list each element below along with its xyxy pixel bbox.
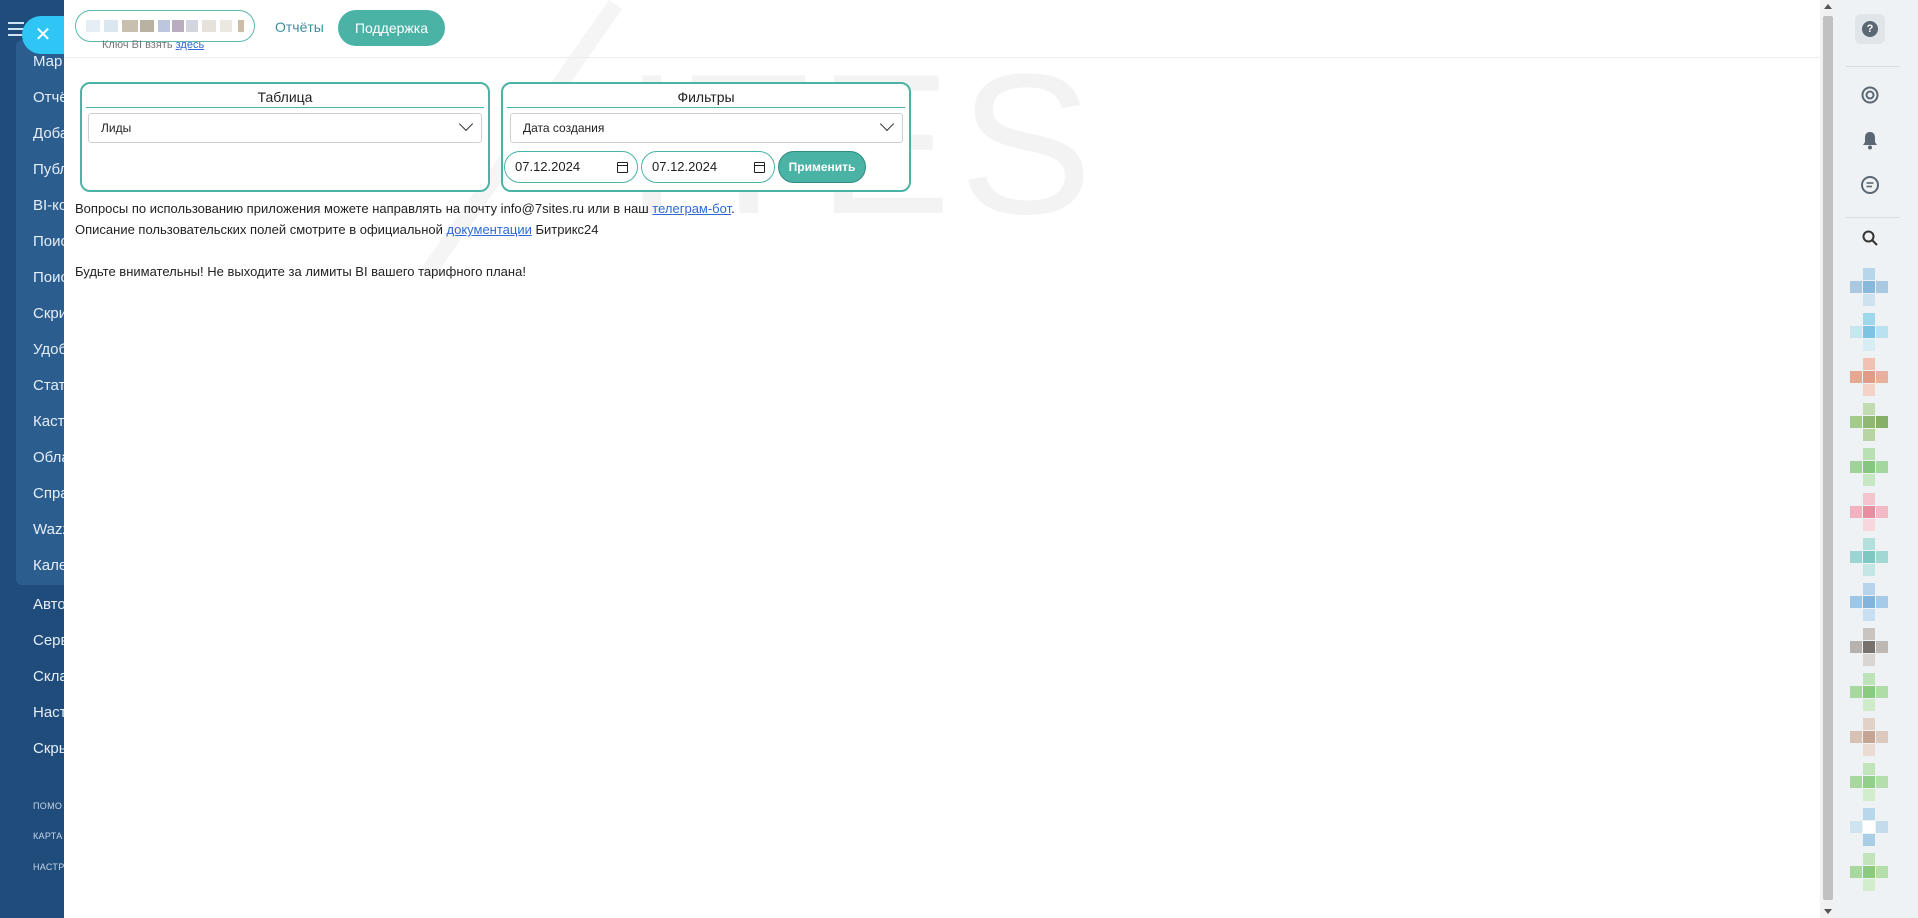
sidebar-item[interactable]: Каст [33,413,64,430]
bi-key-link[interactable]: здесь [176,39,205,51]
telegram-bot-link[interactable]: телеграм-бот [652,201,731,216]
sidebar-item[interactable]: Публ [33,161,64,178]
sidebar-item[interactable]: Удоб [33,341,64,358]
close-icon: ✕ [34,24,52,46]
limits-warning: Будьте внимательны! Не выходите за лимит… [75,264,526,279]
help-button[interactable]: ? [1855,14,1885,44]
chevron-down-icon [879,116,895,132]
table-select[interactable]: Лиды [88,113,482,143]
chat-icon[interactable] [1855,170,1885,200]
avatar[interactable] [1850,268,1888,306]
apply-button[interactable]: Применить [778,151,866,183]
calendar-icon[interactable] [617,162,628,173]
info-contacts-text: Вопросы по использованию приложения може… [75,201,649,216]
search-icon[interactable] [1855,223,1885,253]
app-slider: ITES Ключ BI взять здесь Отчёты Поддержк… [64,0,1820,918]
sidebar-item[interactable]: Наст [33,704,64,721]
bi-key-input[interactable] [75,10,255,42]
copilot-icon[interactable] [1855,80,1885,110]
avatar[interactable] [1850,358,1888,396]
sidebar-item[interactable]: Мар [33,53,62,70]
filter-field-select[interactable]: Дата создания [510,113,903,143]
filters-card: Фильтры Дата создания 07.12.2024 07.12.2… [501,82,911,192]
divider [507,107,905,108]
avatar[interactable] [1850,628,1888,666]
avatar[interactable] [1850,493,1888,531]
sidebar-small-item[interactable]: НАСТР [33,862,64,872]
sidebar-item[interactable]: Поис [33,269,64,286]
sidebar-small-item[interactable]: ПОМО [33,801,62,811]
sidebar-item[interactable]: Отчё [33,89,64,106]
sidebar-item[interactable]: Wazz [33,521,64,538]
filters-card-title: Фильтры [677,89,735,105]
avatar[interactable] [1850,763,1888,801]
table-card: Таблица Лиды [80,82,490,192]
avatar[interactable] [1850,718,1888,756]
filter-field-value: Дата создания [523,121,605,135]
info-line-docs: Описание пользовательских полей смотрите… [75,222,599,237]
avatar[interactable] [1850,403,1888,441]
sidebar-item[interactable]: Доба [33,125,64,142]
avatar[interactable] [1850,808,1888,846]
topbar: Ключ BI взять здесь Отчёты Поддержка [64,0,1820,58]
divider [86,107,484,108]
table-select-value: Лиды [101,121,132,135]
sidebar-item[interactable]: Скры [33,740,64,757]
bi-key-hint: Ключ BI взять здесь [102,39,204,51]
sidebar-item[interactable]: Скла [33,668,64,685]
avatar[interactable] [1850,853,1888,891]
table-card-title: Таблица [257,89,313,105]
chevron-down-icon [458,116,474,132]
scrollbar-thumb[interactable] [1823,16,1833,900]
bell-icon[interactable] [1855,125,1885,155]
date-from-value: 07.12.2024 [515,159,581,174]
sidebar-item[interactable]: Серв [33,632,64,649]
sidebar-item[interactable]: Обла [33,449,64,466]
left-sidebar: Мар Отчё Доба Публ BI-ко Поис Поис Скри … [0,0,64,918]
sidebar-item[interactable]: Спра [33,485,64,502]
close-slider-button[interactable]: ✕ [22,16,64,54]
sidebar-item[interactable]: Авто [33,596,64,613]
divider [1846,217,1900,218]
documentation-link[interactable]: документации [447,222,532,237]
sidebar-item[interactable]: BI-ко [33,197,64,214]
reports-link[interactable]: Отчёты [275,19,324,35]
sidebar-item[interactable]: Стат [33,377,64,394]
date-to-value: 07.12.2024 [652,159,718,174]
scroll-up-icon[interactable] [1824,4,1832,9]
avatar[interactable] [1850,313,1888,351]
avatar[interactable] [1850,448,1888,486]
scroll-down-icon[interactable] [1824,909,1832,914]
sidebar-item[interactable]: Поис [33,233,64,250]
sidebar-item[interactable]: Кале [33,557,64,574]
info-docs-end: Битрикс24 [535,222,599,237]
date-to-input[interactable]: 07.12.2024 [641,151,775,183]
calendar-icon[interactable] [754,162,765,173]
divider [1846,66,1900,67]
avatar[interactable] [1850,583,1888,621]
support-button[interactable]: Поддержка [338,10,445,46]
bi-key-hint-text: Ключ BI взять [102,39,173,51]
info-line-contacts: Вопросы по использованию приложения може… [75,201,735,216]
avatar[interactable] [1850,673,1888,711]
info-contacts-end: . [731,201,735,216]
avatar[interactable] [1850,538,1888,576]
info-docs-text: Описание пользовательских полей смотрите… [75,222,443,237]
sidebar-item[interactable]: Скри [33,305,64,322]
help-icon: ? [1862,21,1878,37]
sidebar-small-item[interactable]: КАРТА [33,831,63,841]
scrollbar[interactable] [1820,0,1836,918]
date-from-input[interactable]: 07.12.2024 [504,151,638,183]
